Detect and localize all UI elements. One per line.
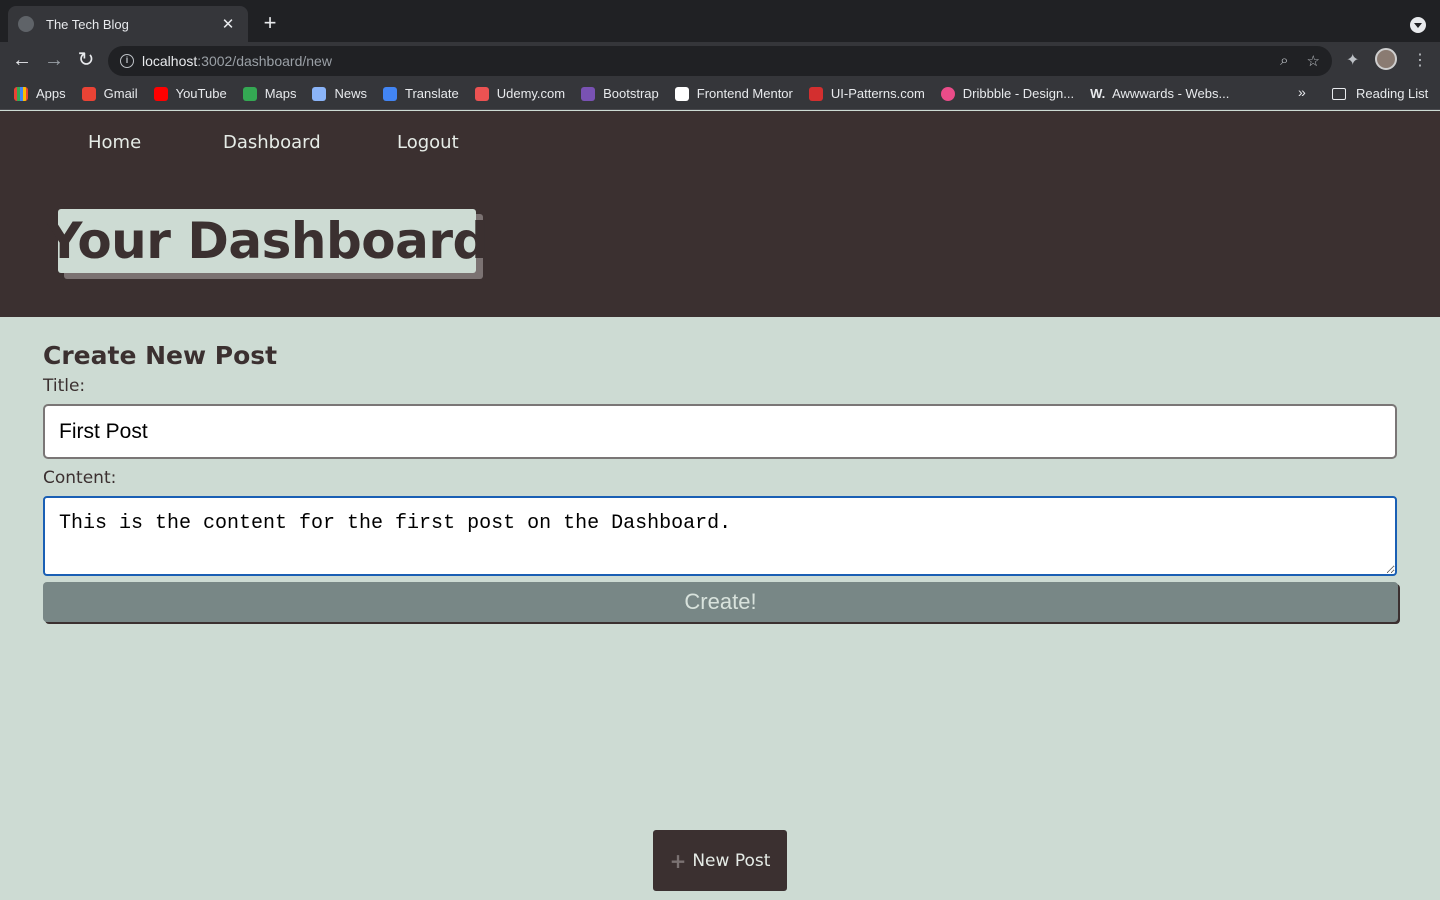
- ui-patterns-icon: [808, 86, 823, 101]
- browser-menu-icon[interactable]: ⋮: [1412, 50, 1428, 70]
- bookmark-ui-patterns[interactable]: UI-Patterns.com: [808, 86, 925, 101]
- forward-icon[interactable]: →: [42, 48, 66, 72]
- apps-grid-icon: [14, 86, 28, 101]
- browser-tab-bar: The Tech Blog ✕ +: [0, 0, 1440, 42]
- site-header: Home Dashboard Logout Your Dashboard: [0, 111, 1440, 317]
- new-post-button[interactable]: + New Post: [653, 830, 787, 891]
- profile-avatar[interactable]: [1375, 48, 1397, 70]
- form-heading: Create New Post: [43, 341, 278, 370]
- page-title: Your Dashboard: [46, 212, 488, 270]
- nav-logout-link[interactable]: Logout: [397, 132, 459, 153]
- youtube-icon: [153, 86, 168, 101]
- url-path: :3002/dashboard/new: [197, 53, 332, 69]
- back-icon[interactable]: ←: [10, 48, 34, 72]
- awwwards-icon: W.: [1090, 85, 1106, 101]
- hero-title-box: Your Dashboard: [46, 209, 488, 273]
- reading-list-icon: [1332, 87, 1346, 100]
- chevron-double-right-icon[interactable]: »: [1298, 84, 1306, 100]
- title-label: Title:: [43, 376, 86, 396]
- bookmark-bootstrap[interactable]: Bootstrap: [581, 86, 659, 101]
- plus-icon: +: [669, 848, 687, 873]
- bookmark-frontend-mentor[interactable]: Frontend Mentor: [674, 86, 793, 101]
- reading-list-button[interactable]: Reading List: [1332, 86, 1428, 101]
- translate-icon: [383, 86, 397, 101]
- close-tab-icon[interactable]: ✕: [218, 15, 238, 33]
- address-bar[interactable]: i localhost:3002/dashboard/new ⌕ ☆: [108, 46, 1332, 76]
- bookmark-udemy[interactable]: Udemy.com: [474, 86, 565, 101]
- content-label: Content:: [43, 468, 117, 488]
- new-tab-icon[interactable]: +: [258, 12, 282, 36]
- reload-icon[interactable]: ↻: [74, 48, 98, 72]
- bookmarks-bar: Apps Gmail YouTube Maps News Translate U…: [0, 78, 1440, 110]
- title-input[interactable]: [43, 404, 1397, 459]
- bookmark-awwwards[interactable]: W. Awwwards - Webs...: [1090, 86, 1229, 101]
- nav-home-link[interactable]: Home: [88, 132, 141, 153]
- bootstrap-icon: [581, 86, 596, 101]
- site-info-icon[interactable]: i: [120, 54, 134, 68]
- zoom-icon[interactable]: ⌕: [1280, 52, 1288, 70]
- globe-icon: [18, 16, 34, 32]
- dribbble-icon: [940, 86, 955, 101]
- bookmark-news[interactable]: News: [312, 86, 367, 101]
- content-textarea[interactable]: This is the content for the first post o…: [43, 496, 1397, 576]
- nav-dashboard-link[interactable]: Dashboard: [223, 132, 321, 153]
- bookmark-dribbble[interactable]: Dribbble - Design...: [940, 86, 1074, 101]
- bookmark-youtube[interactable]: YouTube: [153, 86, 227, 101]
- extensions-icon[interactable]: ✦: [1346, 50, 1359, 70]
- bookmark-apps[interactable]: Apps: [14, 86, 66, 101]
- create-button[interactable]: Create!: [43, 582, 1398, 622]
- browser-toolbar: ← → ↻ i localhost:3002/dashboard/new ⌕ ☆…: [0, 42, 1440, 78]
- bookmark-translate[interactable]: Translate: [383, 86, 459, 101]
- bookmark-star-icon[interactable]: ☆: [1307, 52, 1320, 70]
- new-post-label: New Post: [692, 850, 771, 871]
- gmail-icon: [81, 86, 96, 101]
- tab-search-icon[interactable]: [1410, 17, 1426, 33]
- news-icon: [312, 86, 327, 101]
- bookmark-gmail[interactable]: Gmail: [81, 86, 138, 101]
- browser-tab[interactable]: The Tech Blog ✕: [8, 6, 248, 42]
- frontend-mentor-icon: [674, 86, 689, 101]
- url-host: localhost: [142, 53, 198, 69]
- bookmark-maps[interactable]: Maps: [242, 86, 296, 101]
- udemy-icon: [474, 86, 489, 101]
- tab-title: The Tech Blog: [46, 16, 129, 32]
- maps-icon: [242, 86, 257, 101]
